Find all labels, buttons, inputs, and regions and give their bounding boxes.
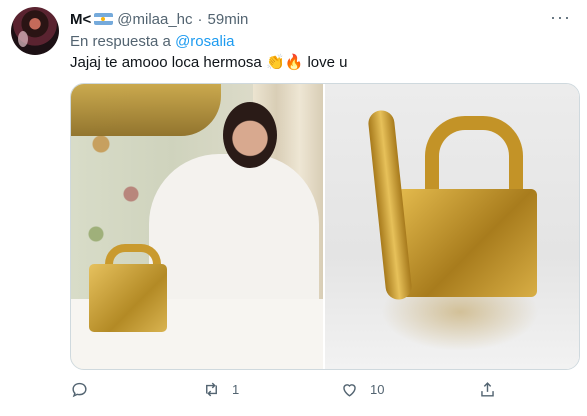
media-grid bbox=[70, 83, 580, 370]
retweet-count: 1 bbox=[232, 382, 240, 397]
share-icon bbox=[481, 382, 494, 397]
reply-button[interactable] bbox=[70, 380, 89, 399]
photo-right[interactable] bbox=[323, 84, 579, 369]
separator: · bbox=[197, 10, 203, 28]
more-options-icon[interactable]: ··· bbox=[550, 7, 571, 28]
emoji: 👏🔥 bbox=[265, 54, 304, 71]
retweet-button[interactable]: 1 bbox=[202, 380, 239, 399]
avatar[interactable] bbox=[11, 7, 59, 55]
display-name[interactable]: M< bbox=[70, 11, 91, 28]
reply-icon bbox=[72, 382, 87, 398]
like-count: 10 bbox=[370, 382, 385, 397]
tweet-header: M< @milaa_hc · 59min ··· bbox=[70, 7, 571, 29]
argentina-flag-icon bbox=[94, 13, 114, 25]
photo-left[interactable] bbox=[71, 84, 323, 369]
tweet-text-end: love u bbox=[303, 54, 348, 71]
like-button[interactable]: 10 bbox=[340, 380, 384, 399]
retweet-icon bbox=[206, 382, 217, 397]
reply-prefix: En respuesta a bbox=[70, 33, 171, 50]
reply-context: En respuesta a @rosalia bbox=[70, 33, 235, 50]
tweet-actions: 1 10 bbox=[70, 380, 500, 400]
tweet-text-start: Jajaj te amooo loca hermosa bbox=[70, 54, 266, 71]
reply-mention-link[interactable]: @rosalia bbox=[175, 33, 234, 50]
timestamp[interactable]: 59min bbox=[208, 11, 249, 28]
handle[interactable]: @milaa_hc bbox=[117, 11, 192, 28]
tweet-text: Jajaj te amooo loca hermosa 👏🔥 love u bbox=[70, 53, 348, 71]
share-button[interactable] bbox=[478, 380, 497, 399]
heart-icon bbox=[343, 384, 356, 397]
